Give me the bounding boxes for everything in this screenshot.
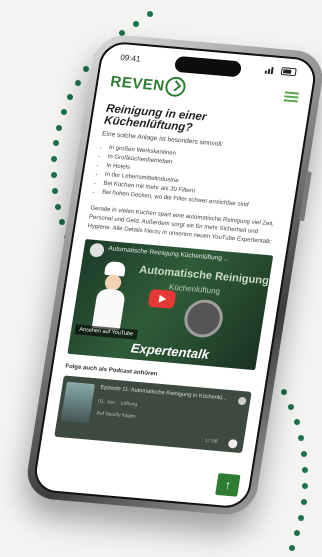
status-icons bbox=[264, 66, 297, 77]
chef-illustration bbox=[85, 260, 136, 333]
scroll-to-top-button[interactable]: ↑ bbox=[215, 473, 241, 497]
spotify-icon bbox=[237, 396, 247, 406]
podcast-play-icon[interactable] bbox=[227, 438, 239, 449]
podcast-cover bbox=[60, 381, 95, 424]
menu-icon[interactable] bbox=[283, 91, 300, 103]
youtube-video-embed[interactable]: Automatische Reinigung Küchenlüftung ...… bbox=[67, 239, 274, 371]
podcast-meta: 01. Jan. · Lüftung bbox=[97, 398, 138, 408]
expertentalk-badge: Expertentalk bbox=[129, 340, 211, 362]
battery-icon bbox=[280, 67, 297, 77]
channel-avatar bbox=[88, 242, 106, 258]
brand-logo[interactable]: REVEN bbox=[109, 71, 188, 98]
video-overlay-title: Automatische Reinigung bbox=[138, 263, 270, 288]
spotify-podcast-embed[interactable]: Episode 11: Automatische Reinigung in Kü… bbox=[54, 375, 252, 454]
use-case-list: In großen Werkskantinen In Großküchenbet… bbox=[92, 143, 288, 213]
fan-illustration bbox=[181, 298, 226, 339]
brand-name: REVEN bbox=[109, 72, 166, 95]
podcast-follow-button[interactable]: Auf Spotify folgen bbox=[96, 410, 136, 419]
play-icon[interactable] bbox=[147, 288, 177, 309]
status-time: 09:41 bbox=[119, 52, 142, 64]
watch-on-youtube-button[interactable]: Ansehen auf YouTube bbox=[74, 324, 138, 340]
podcast-duration: 17:08 bbox=[204, 437, 218, 445]
video-overlay-subtitle: Küchenlüftung bbox=[168, 282, 221, 296]
logo-check-icon bbox=[164, 76, 188, 98]
signal-icon bbox=[264, 66, 278, 74]
